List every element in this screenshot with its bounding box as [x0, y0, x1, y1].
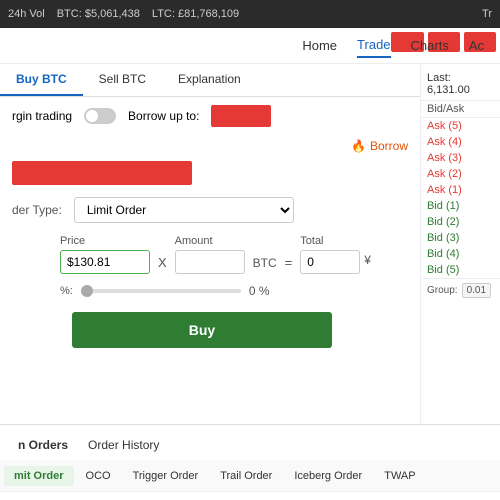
last-value: 6,131.00: [427, 84, 470, 96]
nav: Home Trade Charts Ac: [0, 28, 500, 64]
top-bar: 24h Vol BTC: $5,061,438 LTC: £81,768,109…: [0, 0, 500, 28]
bid-1[interactable]: Bid (1): [421, 198, 500, 214]
percent-row: %: 0 %: [0, 278, 420, 304]
price-group: Price: [60, 235, 150, 274]
nav-item-charts[interactable]: Charts: [411, 34, 449, 57]
percent-label: %:: [60, 285, 73, 297]
ask-5[interactable]: Ask (5): [421, 118, 500, 134]
top-bar-right: Tr: [482, 8, 492, 20]
order-type-label: der Type:: [12, 203, 62, 217]
tab-buy-btc[interactable]: Buy BTC: [0, 64, 83, 96]
fire-icon: 🔥: [351, 139, 366, 153]
group-value: 0.01: [462, 283, 491, 298]
margin-toggle[interactable]: [84, 108, 116, 124]
amount-input[interactable]: [175, 250, 245, 274]
margin-label: rgin trading: [12, 109, 72, 123]
order-type-tabs: mit Order OCO Trigger Order Trail Order …: [0, 460, 500, 492]
order-type-select[interactable]: Limit Order Market Order Stop Order: [74, 197, 294, 223]
order-tab-limit[interactable]: mit Order: [4, 466, 74, 486]
nav-item-ac[interactable]: Ac: [469, 34, 484, 57]
vol-label: 24h Vol: [8, 8, 45, 20]
last-price: Last: 6,131.00: [421, 68, 500, 101]
ask-4[interactable]: Ask (4): [421, 134, 500, 150]
borrow-button[interactable]: Borrow: [370, 139, 408, 153]
tab-open-orders[interactable]: n Orders: [8, 432, 78, 460]
buy-btn-row: Buy: [0, 304, 420, 356]
tab-explanation[interactable]: Explanation: [162, 64, 257, 96]
red-bar: [12, 161, 192, 185]
main-layout: Buy BTC Sell BTC Explanation rgin tradin…: [0, 64, 500, 424]
total-group: Total ¥: [300, 235, 371, 274]
price-label: Price: [60, 235, 150, 247]
btc-label: BTC: [253, 256, 277, 274]
fields-row: Price X Amount BTC = Total ¥: [0, 231, 420, 278]
bid-4[interactable]: Bid (4): [421, 246, 500, 262]
bid-3[interactable]: Bid (3): [421, 230, 500, 246]
nav-item-home[interactable]: Home: [302, 34, 337, 57]
order-tab-iceberg[interactable]: Iceberg Order: [284, 466, 372, 486]
multiply-sep: X: [158, 255, 167, 274]
price-input[interactable]: [60, 250, 150, 274]
btc-price: BTC: $5,061,438: [57, 8, 140, 20]
borrow-box: [211, 105, 271, 127]
bid-2[interactable]: Bid (2): [421, 214, 500, 230]
borrow-up-to-label: Borrow up to:: [128, 109, 199, 123]
tab-sell-btc[interactable]: Sell BTC: [83, 64, 162, 96]
total-label: Total: [300, 235, 371, 247]
buy-button[interactable]: Buy: [72, 312, 332, 348]
bid-5[interactable]: Bid (5): [421, 262, 500, 278]
top-bar-left: 24h Vol BTC: $5,061,438 LTC: £81,768,109: [8, 8, 239, 20]
order-type-row: der Type: Limit Order Market Order Stop …: [0, 189, 420, 231]
borrow-section: 🔥 Borrow: [0, 135, 420, 157]
bid-ask-label: Bid/Ask: [421, 101, 500, 118]
ask-2[interactable]: Ask (2): [421, 166, 500, 182]
percent-slider[interactable]: [81, 289, 241, 293]
amount-label: Amount: [175, 235, 245, 247]
nav-item-trade[interactable]: Trade: [357, 33, 390, 58]
order-tab-twap[interactable]: TWAP: [374, 466, 425, 486]
order-tab-trail[interactable]: Trail Order: [210, 466, 282, 486]
last-label: Last:: [427, 72, 451, 84]
group-label: Group:: [427, 285, 458, 296]
amount-group: Amount: [175, 235, 245, 274]
total-input[interactable]: [300, 250, 360, 274]
right-panel: Last: 6,131.00 Bid/Ask Ask (5) Ask (4) A…: [420, 64, 500, 424]
nav-items: Home Trade Charts Ac: [302, 33, 484, 58]
currency-label: ¥: [364, 253, 371, 271]
order-tab-oco[interactable]: OCO: [76, 466, 121, 486]
tab-order-history[interactable]: Order History: [78, 432, 169, 460]
order-tab-trigger[interactable]: Trigger Order: [123, 466, 209, 486]
ask-1[interactable]: Ask (1): [421, 182, 500, 198]
equals-sep: =: [285, 255, 293, 274]
left-panel: Buy BTC Sell BTC Explanation rgin tradin…: [0, 64, 420, 424]
ltc-price: LTC: £81,768,109: [152, 8, 239, 20]
bottom-tabs: n Orders Order History: [0, 424, 500, 460]
ask-3[interactable]: Ask (3): [421, 150, 500, 166]
percent-value: 0 %: [249, 284, 270, 298]
margin-row: rgin trading Borrow up to:: [0, 97, 420, 135]
trade-tabs: Buy BTC Sell BTC Explanation: [0, 64, 420, 97]
group-row: Group: 0.01: [421, 278, 500, 302]
